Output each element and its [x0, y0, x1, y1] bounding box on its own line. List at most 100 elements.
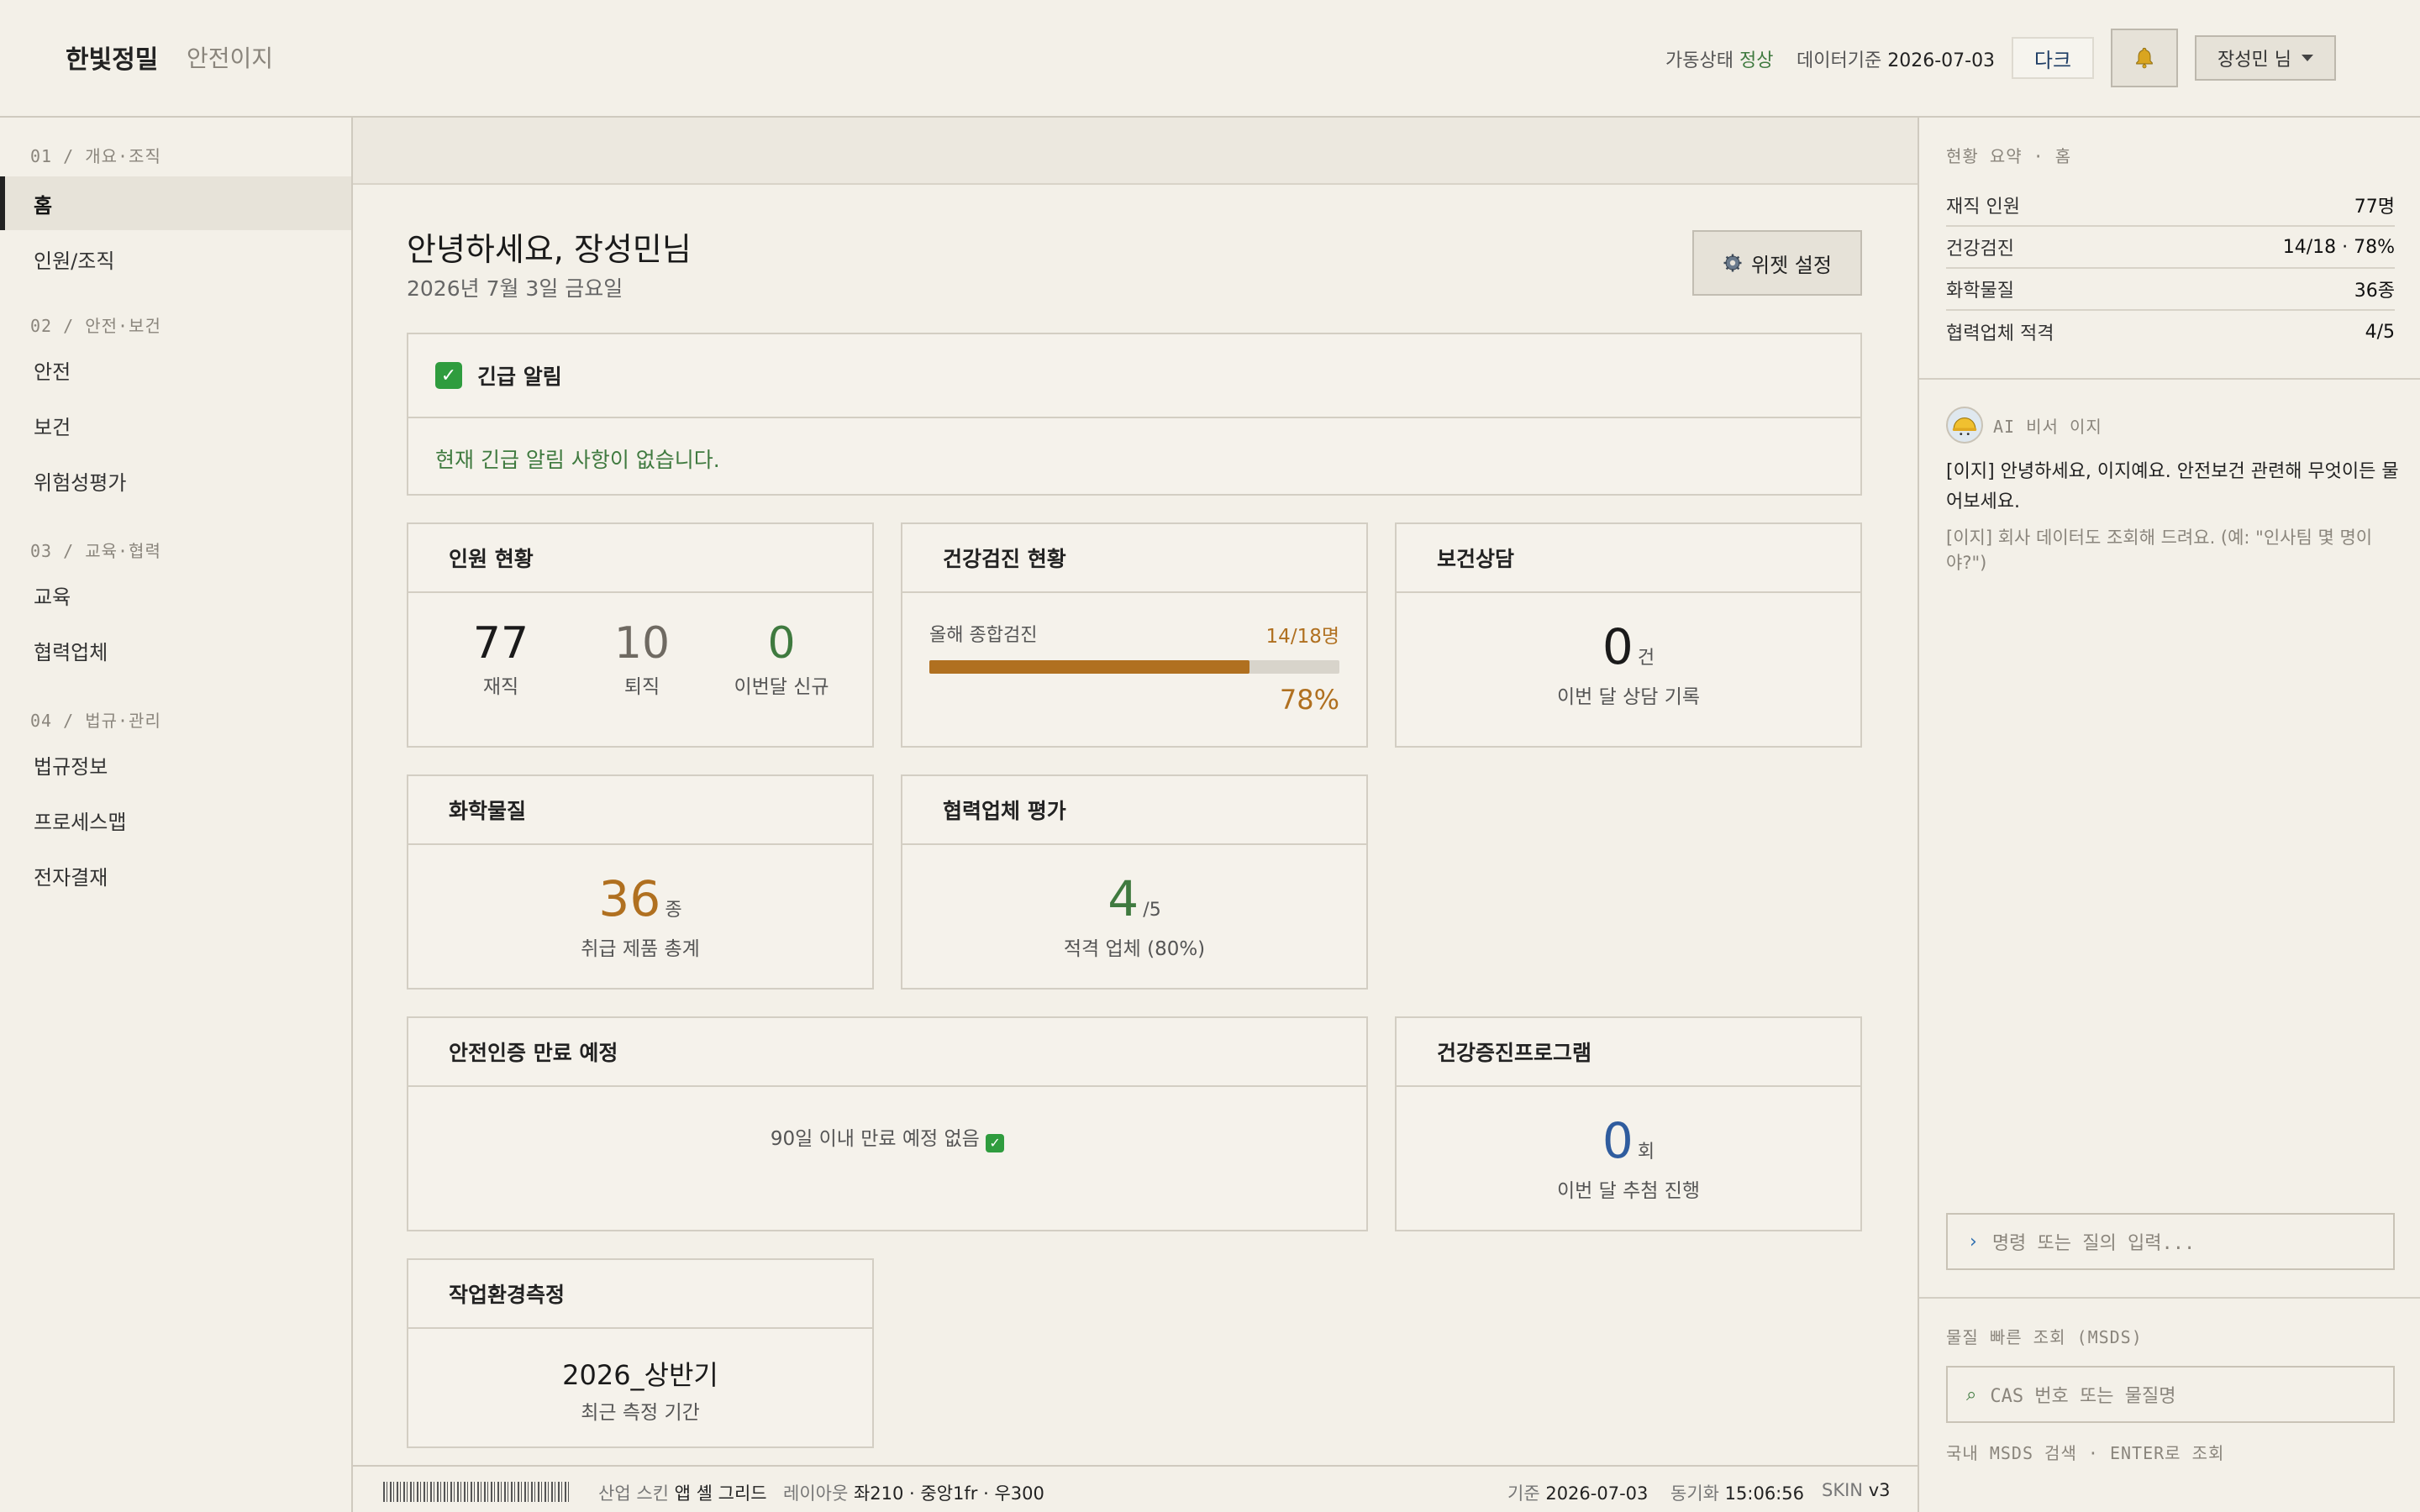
counsel-unit: 건	[1637, 648, 1655, 669]
vendor-sub: 적격 업체 (80%)	[1063, 938, 1206, 960]
summary-label: 화학물질	[1946, 281, 2014, 302]
footer-layout-label: 레이아웃	[783, 1483, 849, 1504]
counsel-card[interactable]: 보건상담 0 건 이번 달 상담 기록	[1395, 522, 1862, 748]
data-date-label: 데이터기준	[1797, 50, 1882, 71]
stat-new-this-month: 0 이번달 신규	[714, 618, 849, 699]
sidebar-item-education[interactable]: 교육	[0, 568, 351, 622]
product-name: 안전이지	[187, 45, 274, 72]
user-name: 장성민 님	[2217, 50, 2291, 71]
progress-fill	[929, 660, 1249, 674]
footer-sync: 동기화 15:06:56	[1670, 1480, 1804, 1505]
summary-label: 건강검진	[1946, 239, 2014, 260]
health-program-card[interactable]: 건강증진프로그램 0 회 이번 달 추첨 진행	[1395, 1016, 1862, 1231]
summary-title: 현황 요약 · 홈	[1946, 146, 2072, 166]
program-value: 0	[1602, 1112, 1634, 1169]
cert-message-row: 90일 이내 만료 예정 없음 ✓	[408, 1122, 1366, 1152]
counsel-sub: 이번 달 상담 기록	[1556, 686, 1701, 708]
footer-sync-value: 15:06:56	[1724, 1483, 1804, 1504]
divider	[1919, 1297, 2420, 1299]
staff-status-card[interactable]: 인원 현황 77 재직 10 퇴직 0 이번달 신규	[407, 522, 874, 748]
gear-icon	[1723, 254, 1742, 272]
widget-settings-label: 위젯 설정	[1751, 253, 1832, 277]
bell-icon	[2136, 47, 2153, 69]
nav-section-legal: 04 / 법규·관리	[30, 711, 161, 731]
check-icon: ✓	[435, 362, 462, 389]
helmet-icon	[1952, 417, 1977, 436]
footer-version-label: SKIN	[1822, 1480, 1864, 1500]
card-title: 작업환경측정	[408, 1260, 872, 1329]
page-date: 2026년 7월 3일 금요일	[407, 276, 623, 301]
prompt-chevron-icon: ›	[1970, 1231, 1977, 1252]
footer-sync-label: 동기화	[1670, 1483, 1719, 1504]
dark-mode-button[interactable]: 다크	[2012, 37, 2094, 79]
company-name: 한빛정밀	[66, 45, 159, 75]
env-sub: 최근 측정 기간	[581, 1402, 700, 1424]
nav-section-safety-health: 02 / 안전·보건	[30, 316, 161, 336]
sidebar-item-legal-info[interactable]: 법규정보	[0, 738, 351, 791]
env-stat: 2026_상반기 최근 측정 기간	[408, 1354, 872, 1425]
footer-version-value: v3	[1868, 1480, 1891, 1500]
program-body: 0 회 이번 달 추첨 진행	[1397, 1087, 1860, 1230]
vendor-eval-card[interactable]: 협력업체 평가 4 /5 적격 업체 (80%)	[901, 774, 1368, 990]
sidebar: 01 / 개요·조직 홈 인원/조직 02 / 안전·보건 안전 보건 위험성평…	[0, 118, 353, 1512]
card-title: 안전인증 만료 예정	[408, 1018, 1366, 1087]
msds-placeholder: CAS 번호 또는 물질명	[1990, 1386, 2176, 1407]
cert-expiry-card[interactable]: 안전인증 만료 예정 90일 이내 만료 예정 없음 ✓	[407, 1016, 1368, 1231]
vendor-value: 4	[1107, 870, 1139, 927]
chemical-unit: 종	[665, 900, 682, 921]
counsel-body: 0 건 이번 달 상담 기록	[1397, 593, 1860, 746]
stat-label: 이번달 신규	[734, 676, 829, 698]
barcode-icon	[383, 1482, 570, 1502]
search-icon: ⌕	[1966, 1383, 1977, 1405]
notifications-button[interactable]	[2111, 29, 2178, 87]
footer-layout-value: 좌210 · 중앙1fr · 우300	[853, 1483, 1044, 1504]
summary-value: 36종	[2354, 281, 2395, 302]
summary-row: 건강검진 14/18 · 78%	[1946, 227, 2395, 269]
summary-label: 협력업체 적격	[1946, 323, 2054, 344]
sidebar-item-risk-assessment[interactable]: 위험성평가	[0, 454, 351, 507]
chemical-card[interactable]: 화학물질 36 종 취급 제품 총계	[407, 774, 874, 990]
sidebar-item-org[interactable]: 인원/조직	[0, 232, 351, 286]
sidebar-item-health[interactable]: 보건	[0, 398, 351, 452]
user-menu-button[interactable]: 장성민 님	[2195, 35, 2336, 81]
status-value: 정상	[1739, 50, 1774, 71]
summary-value: 77명	[2354, 197, 2395, 218]
program-stat: 0 회 이번 달 추첨 진행	[1397, 1112, 1860, 1203]
divider	[1919, 378, 2420, 380]
stat-label: 퇴직	[623, 676, 660, 698]
sidebar-item-e-approval[interactable]: 전자결재	[0, 848, 351, 902]
footer-base-value: 2026-07-03	[1545, 1483, 1649, 1504]
program-unit: 회	[1637, 1142, 1655, 1163]
sidebar-item-vendors[interactable]: 협력업체	[0, 623, 351, 677]
work-env-card[interactable]: 작업환경측정 2026_상반기 최근 측정 기간	[407, 1258, 874, 1448]
msds-search-input[interactable]: ⌕ CAS 번호 또는 물질명	[1946, 1366, 2395, 1423]
stat-label: 재직	[482, 676, 519, 698]
command-input[interactable]: › 명령 또는 질의 입력...	[1946, 1213, 2395, 1270]
footer-base-date: 기준 2026-07-03	[1507, 1480, 1648, 1505]
sidebar-item-home[interactable]: 홈	[0, 176, 351, 230]
program-sub: 이번 달 추첨 진행	[1556, 1180, 1701, 1202]
stat-value: 10	[613, 618, 671, 669]
status-footer: 산업 스킨 앱 셸 그리드 레이아웃 좌210 · 중앙1fr · 우300 기…	[353, 1465, 1918, 1512]
footer-skin-label: 산업 스킨	[598, 1483, 669, 1504]
msds-title: 물질 빠른 조회 (MSDS)	[1946, 1327, 2143, 1347]
status-label: 가동상태	[1665, 50, 1733, 71]
sidebar-item-process-map[interactable]: 프로세스맵	[0, 793, 351, 847]
footer-layout: 레이아웃 좌210 · 중앙1fr · 우300	[783, 1480, 1044, 1505]
footer-skin-value: 앱 셸 그리드	[674, 1483, 767, 1504]
cert-body: 90일 이내 만료 예정 없음 ✓	[408, 1087, 1366, 1230]
checkup-body: 올해 종합검진 14/18명 78%	[902, 593, 1366, 746]
checkup-percent: 78%	[1279, 684, 1339, 716]
health-checkup-card[interactable]: 건강검진 현황 올해 종합검진 14/18명 78%	[901, 522, 1368, 748]
chemical-body: 36 종 취급 제품 총계	[408, 845, 872, 988]
nav-section-overview: 01 / 개요·조직	[30, 146, 161, 166]
operation-status: 가동상태 정상	[1665, 45, 1773, 72]
widget-settings-button[interactable]: 위젯 설정	[1692, 230, 1862, 296]
sidebar-item-safety[interactable]: 안전	[0, 343, 351, 396]
alert-message: 현재 긴급 알림 사항이 없습니다.	[435, 448, 720, 472]
card-title: 건강증진프로그램	[1397, 1018, 1860, 1087]
page-title: 안녕하세요, 장성민님	[407, 231, 692, 268]
msds-hint: 국내 MSDS 검색 · ENTER로 조회	[1946, 1443, 2225, 1463]
card-title: 보건상담	[1397, 524, 1860, 593]
data-date-value: 2026-07-03	[1887, 50, 1996, 71]
